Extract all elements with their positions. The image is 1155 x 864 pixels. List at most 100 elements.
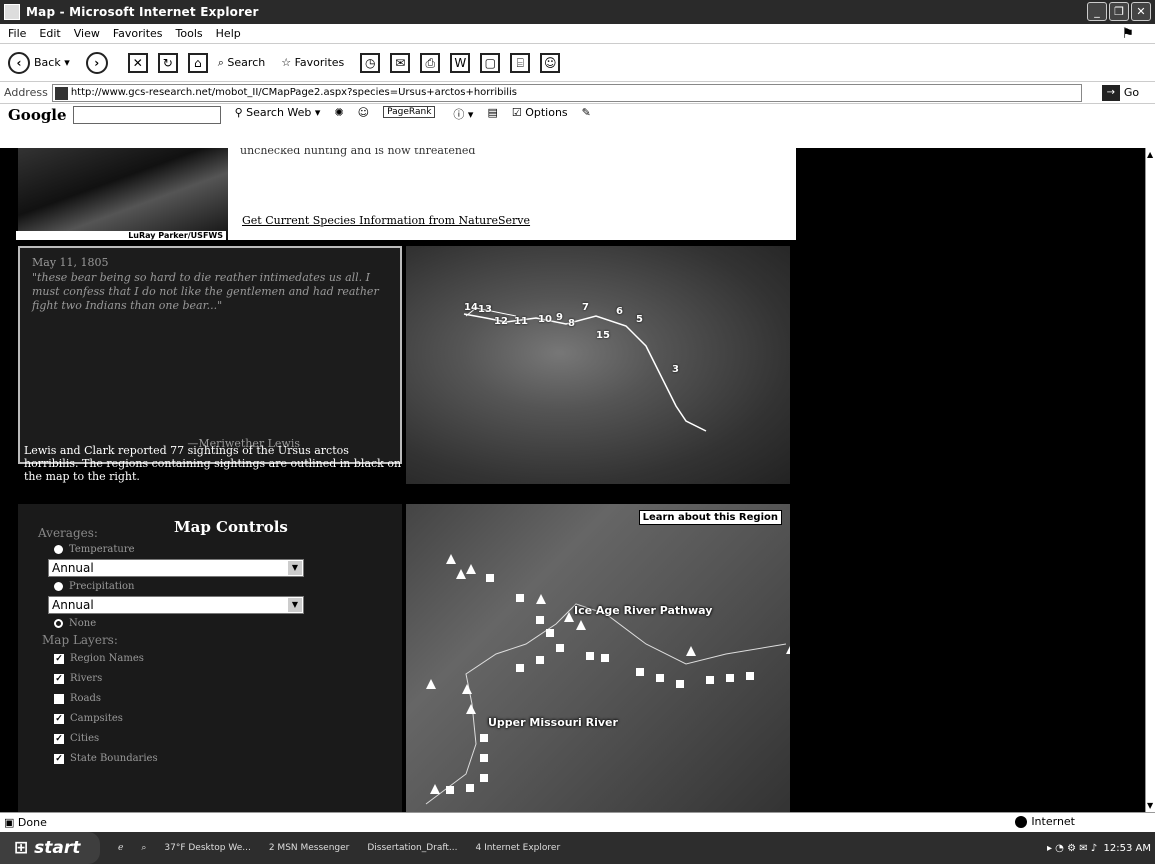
favorites-button[interactable]: ☆ Favorites: [281, 56, 344, 69]
layer-campsites-checkbox[interactable]: ✓ Campsites: [54, 713, 382, 724]
address-bar: Address http://www.gcs-research.net/mobo…: [0, 82, 1155, 104]
google-smiley-icon[interactable]: ☺: [358, 106, 369, 119]
region-number-11[interactable]: 11: [514, 316, 528, 327]
back-arrow-icon: ‹: [8, 51, 30, 74]
maximize-button[interactable]: ❐: [1109, 2, 1129, 21]
menu-tools[interactable]: Tools: [176, 27, 203, 40]
task-internet-explorer[interactable]: 4 Internet Explorer: [475, 843, 560, 853]
layer-rivers-checkbox[interactable]: ✓ Rivers: [54, 673, 382, 684]
layer-label: State Boundaries: [70, 753, 158, 764]
region-number-10[interactable]: 10: [538, 314, 552, 325]
google-popup-icon[interactable]: ▤: [487, 106, 497, 119]
ie-app-icon: [4, 4, 20, 20]
layer-state-boundaries-checkbox[interactable]: ✓ State Boundaries: [54, 753, 382, 764]
zone-label: Internet: [1031, 815, 1075, 828]
detail-map[interactable]: Learn about this Region Ice Age River Pa…: [406, 504, 790, 812]
quicklaunch-search-icon[interactable]: ⌕: [141, 843, 146, 853]
google-options-button[interactable]: ☑ Options: [512, 106, 568, 119]
home-icon[interactable]: ⌂: [187, 52, 208, 73]
edit-icon[interactable]: W: [450, 52, 471, 73]
layer-cities-checkbox[interactable]: ✓ Cities: [54, 733, 382, 744]
quicklaunch-ie-icon[interactable]: ℯ: [118, 843, 123, 853]
tray-icons[interactable]: ▸ ◔ ⚙ ✉ ♪: [1047, 843, 1104, 854]
google-news-icon[interactable]: ✺: [334, 106, 343, 119]
menu-help[interactable]: Help: [216, 27, 241, 40]
back-button[interactable]: ‹ Back ▾: [8, 51, 70, 74]
clock: 12:53 AM: [1103, 842, 1151, 854]
temperature-radio[interactable]: Temperature: [54, 544, 382, 555]
precipitation-select[interactable]: Annual ▼: [48, 596, 304, 614]
google-search-input[interactable]: [72, 106, 221, 124]
region-number-5[interactable]: 5: [636, 314, 643, 325]
region-number-6[interactable]: 6: [616, 306, 623, 317]
natureserve-link[interactable]: Get Current Species Information from Nat…: [242, 214, 530, 227]
none-radio[interactable]: None: [54, 618, 382, 629]
go-arrow-icon: →: [1101, 84, 1120, 101]
task-weather[interactable]: 37°F Desktop We...: [164, 843, 250, 853]
layer-label: Cities: [70, 733, 100, 744]
chevron-down-icon: ▼: [288, 598, 302, 612]
region-number-9[interactable]: 9: [556, 312, 563, 323]
region-label-ice-age[interactable]: Ice Age River Pathway: [574, 604, 712, 617]
layer-region-names-checkbox[interactable]: ✓ Region Names: [54, 653, 382, 664]
region-label-upper-missouri[interactable]: Upper Missouri River: [488, 716, 618, 729]
menu-bar: File Edit View Favorites Tools Help ⚑: [0, 24, 1155, 44]
learn-about-region-button[interactable]: Learn about this Region: [638, 510, 782, 525]
forward-button[interactable]: ›: [85, 51, 112, 74]
google-info-icon[interactable]: ⓘ ▾: [453, 106, 473, 122]
scroll-down-icon[interactable]: ▼: [1147, 801, 1153, 810]
layer-label: Roads: [70, 693, 102, 704]
menu-file[interactable]: File: [8, 27, 26, 40]
minimize-button[interactable]: _: [1087, 2, 1107, 21]
back-label: Back: [34, 56, 61, 69]
task-msn[interactable]: 2 MSN Messenger: [269, 843, 350, 853]
task-dissertation[interactable]: Dissertation_Draft...: [367, 843, 457, 853]
highlighter-icon[interactable]: ✎: [582, 106, 591, 119]
go-button[interactable]: → Go: [1101, 84, 1139, 101]
google-pagerank[interactable]: PageRank: [383, 106, 439, 118]
region-number-3[interactable]: 3: [672, 364, 679, 375]
print-icon[interactable]: ⎙: [420, 52, 441, 73]
region-number-12[interactable]: 12: [494, 316, 508, 327]
research-icon[interactable]: ⌸: [510, 52, 531, 73]
detail-map-markers: [425, 554, 790, 805]
precipitation-radio[interactable]: Precipitation: [54, 581, 382, 592]
page-viewport: LuRay Parker/USFWS unchecked hunting and…: [0, 148, 1145, 812]
status-page-icon: ▣: [4, 816, 18, 829]
start-button[interactable]: ⊞ start: [0, 832, 100, 864]
photo-credit: LuRay Parker/USFWS: [16, 231, 226, 240]
mail-icon[interactable]: ✉: [390, 52, 411, 73]
messenger-icon[interactable]: ☺: [540, 52, 561, 73]
checkbox-checked: ✓: [54, 653, 64, 664]
discuss-icon[interactable]: ▢: [480, 52, 501, 73]
overview-map[interactable]: 14 13 12 11 10 9 8 7 6 5 15 3: [406, 246, 790, 484]
temperature-select[interactable]: Annual ▼: [48, 559, 304, 577]
region-number-8[interactable]: 8: [568, 318, 575, 329]
scroll-up-icon[interactable]: ▲: [1147, 150, 1153, 159]
history-icon[interactable]: ◷: [360, 52, 381, 73]
search-icon: ⌕: [217, 55, 228, 69]
status-bar: ▣ Done Internet: [0, 812, 1155, 832]
radio-dot: [54, 582, 63, 591]
region-number-15[interactable]: 15: [596, 330, 610, 341]
menu-edit[interactable]: Edit: [39, 27, 60, 40]
close-button[interactable]: ✕: [1131, 2, 1151, 21]
google-logo[interactable]: Google: [8, 106, 67, 124]
address-input[interactable]: http://www.gcs-research.net/mobot_II/CMa…: [51, 83, 1082, 102]
address-label: Address: [4, 86, 48, 99]
google-search-web-button[interactable]: ⚲ Search Web ▾: [235, 106, 321, 119]
region-number-13[interactable]: 13: [478, 304, 492, 315]
menu-favorites[interactable]: Favorites: [113, 27, 163, 40]
toolbar: ‹ Back ▾ › ✕ ↻ ⌂ ⌕ Search ☆ Favorites ◷ …: [0, 44, 1155, 82]
refresh-icon[interactable]: ↻: [157, 52, 178, 73]
region-number-7[interactable]: 7: [582, 302, 589, 313]
quote-text: "these bear being so hard to die reather…: [32, 271, 379, 312]
search-button[interactable]: ⌕ Search: [218, 56, 265, 70]
layer-roads-checkbox[interactable]: Roads: [54, 693, 382, 704]
region-number-14[interactable]: 14: [464, 302, 478, 313]
stop-icon[interactable]: ✕: [127, 52, 148, 73]
vertical-scrollbar[interactable]: ▲ ▼: [1145, 148, 1155, 812]
precipitation-label: Precipitation: [69, 581, 135, 592]
menu-view[interactable]: View: [74, 27, 100, 40]
options-icon: ☑: [511, 106, 526, 119]
